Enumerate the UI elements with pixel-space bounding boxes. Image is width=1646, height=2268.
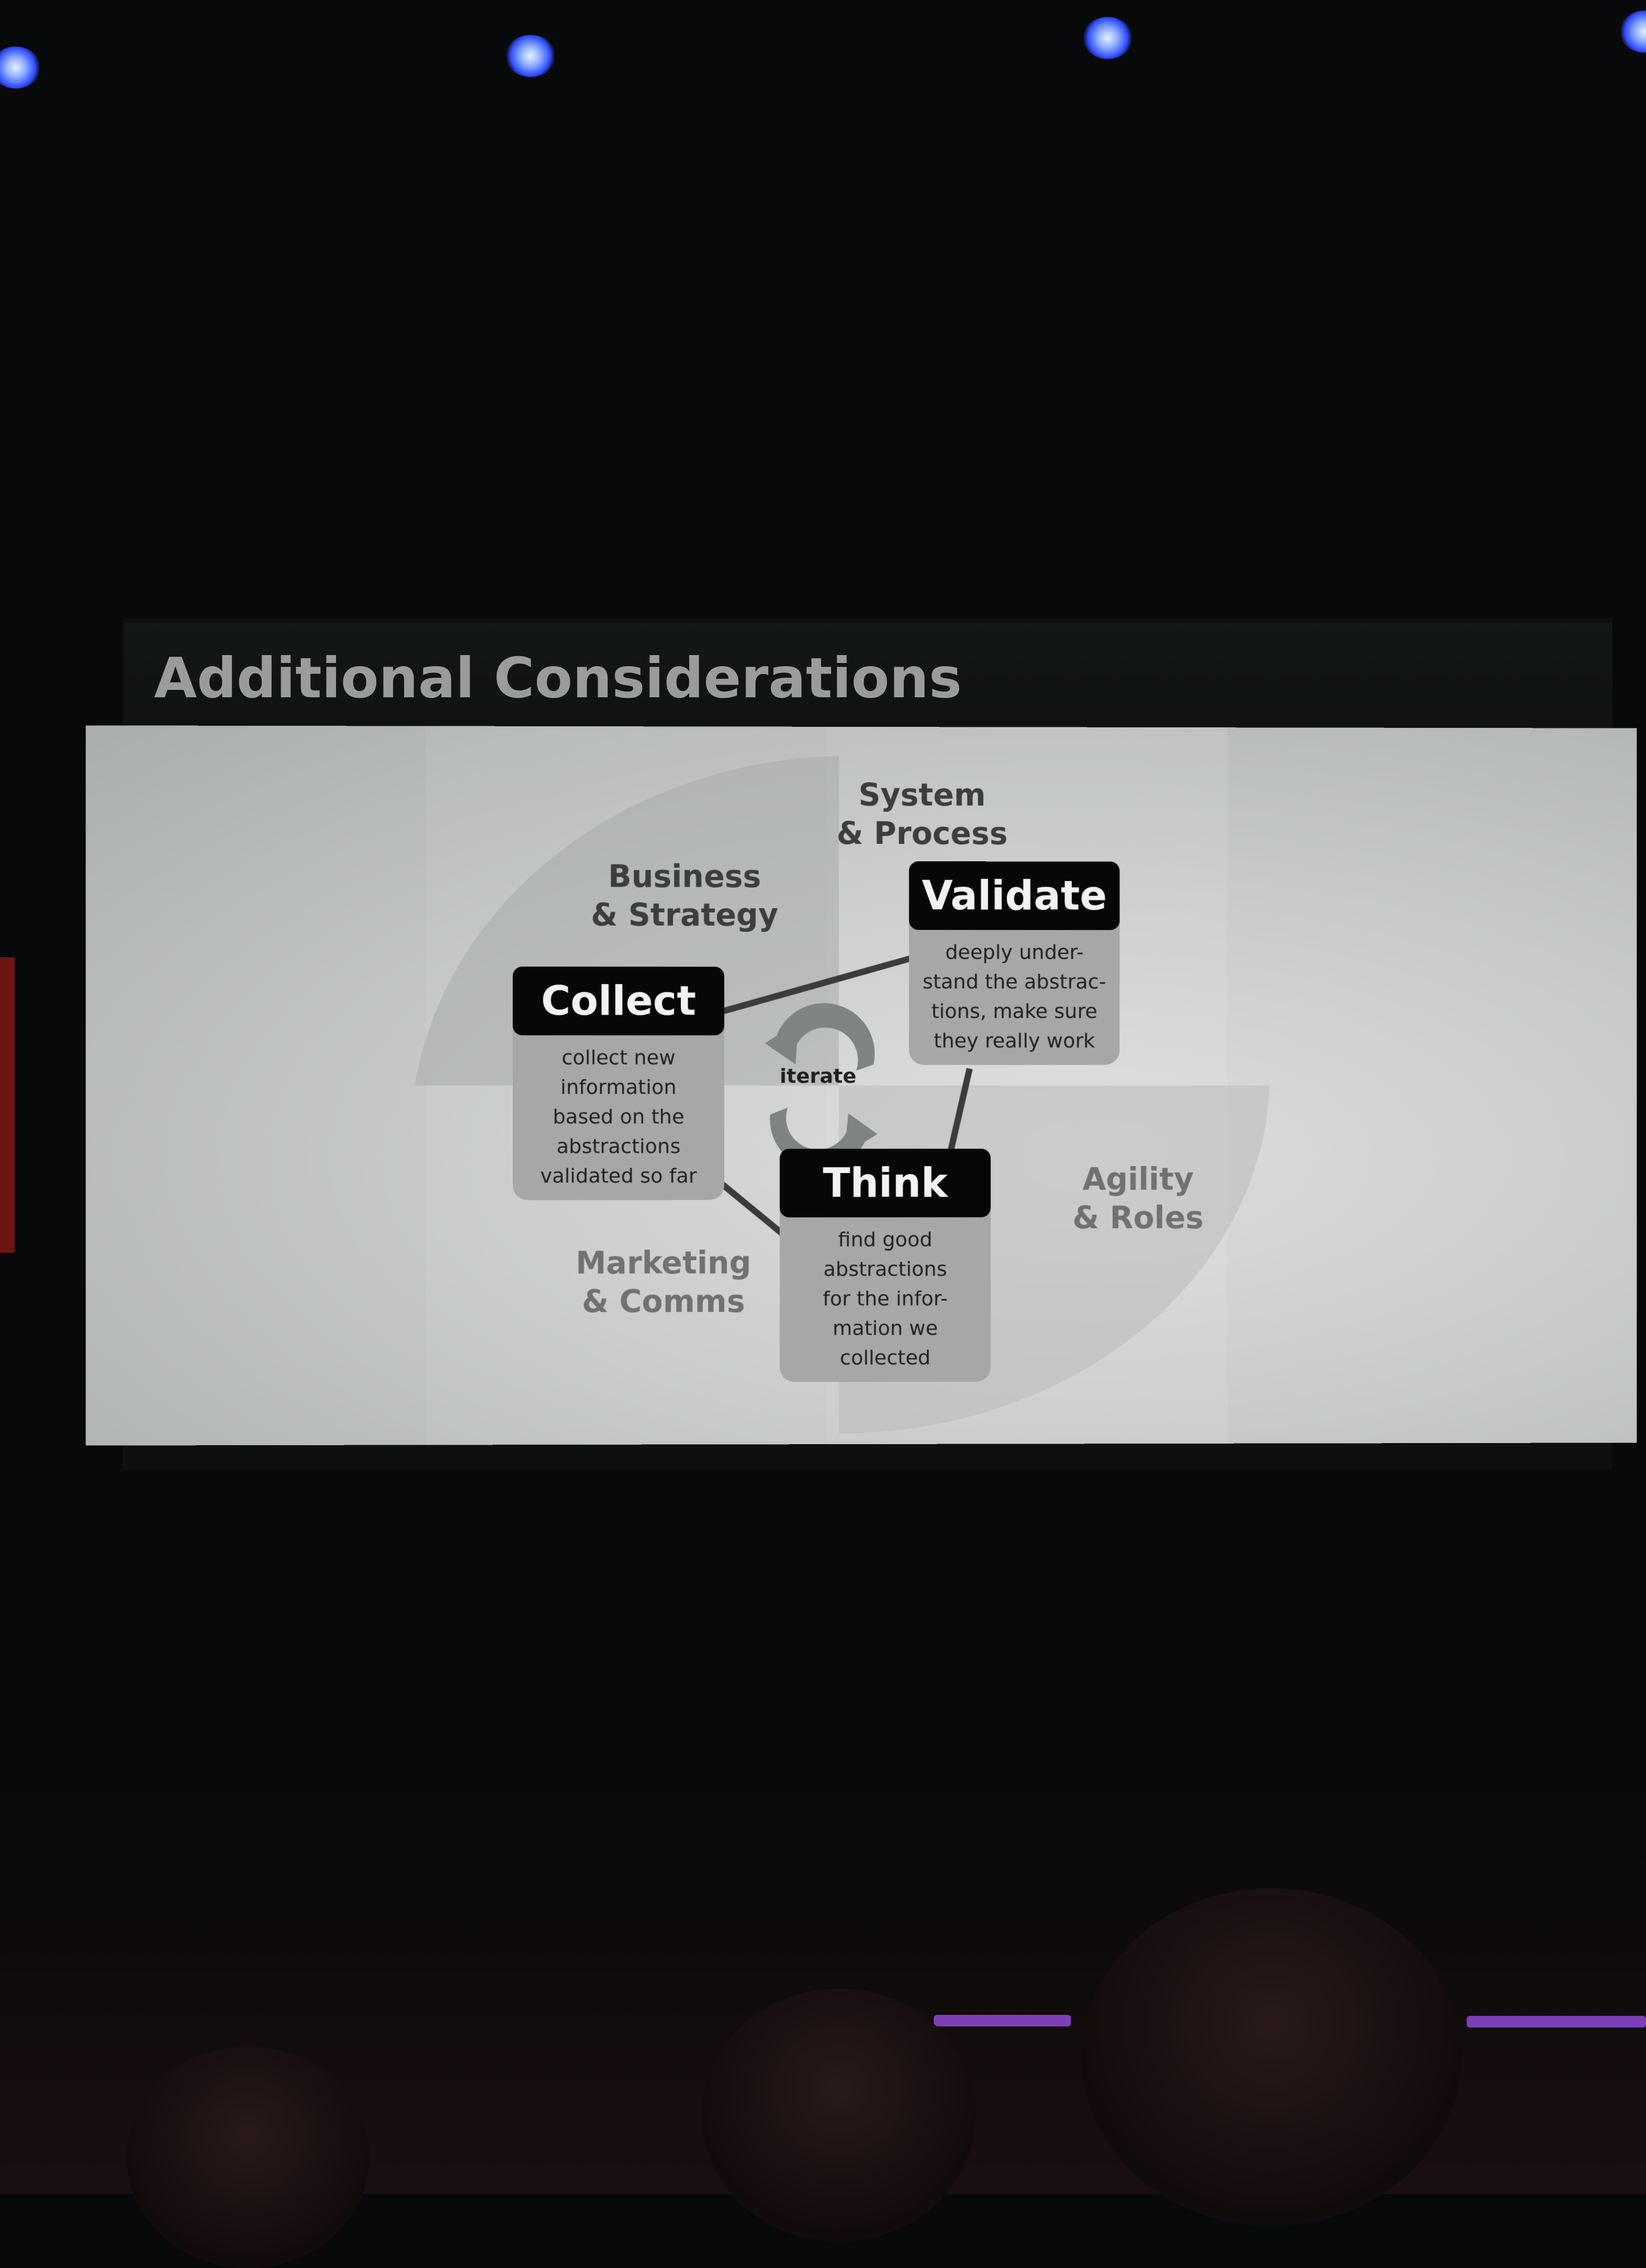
stage-light-strip	[934, 2015, 1071, 2026]
stage-light	[1083, 17, 1133, 59]
slide-title: Additional Considerations	[154, 646, 962, 710]
step-description-collect: collect new information based on the abs…	[513, 1035, 724, 1200]
step-description-validate: deeply under- stand the abstrac- tions, …	[909, 930, 1119, 1065]
quadrant-label-agility-roles: Agility & Roles	[1044, 1160, 1233, 1237]
stage-light	[0, 46, 41, 89]
step-title-collect: Collect	[513, 967, 724, 1035]
audience-head	[1082, 1888, 1461, 2226]
stage-light	[1620, 11, 1646, 53]
step-title-validate: Validate	[909, 861, 1119, 930]
audience-area	[0, 1741, 1646, 2194]
quadrant-label-marketing-comms: Marketing & Comms	[552, 1244, 774, 1321]
step-description-think: find good abstractions for the infor- ma…	[780, 1217, 991, 1382]
audience-head	[127, 2046, 369, 2268]
stage-light	[505, 35, 556, 77]
stage-light-strip	[1467, 2016, 1646, 2027]
iterate-label: iterate	[780, 1064, 856, 1088]
step-card-collect: Collect collect new information based on…	[513, 967, 724, 1200]
slide-body: System & Process Business & Strategy Agi…	[85, 725, 1637, 1445]
quadrant-label-business-strategy: Business & Strategy	[573, 857, 796, 934]
step-card-validate: Validate deeply under- stand the abstrac…	[909, 861, 1119, 1065]
step-title-think: Think	[780, 1149, 991, 1217]
side-screen-edge	[0, 957, 15, 1253]
step-card-think: Think find good abstractions for the inf…	[780, 1149, 991, 1382]
quadrant-label-system-process: System & Process	[827, 776, 1017, 852]
audience-head	[702, 1988, 976, 2242]
stage-lights	[0, 0, 1646, 105]
